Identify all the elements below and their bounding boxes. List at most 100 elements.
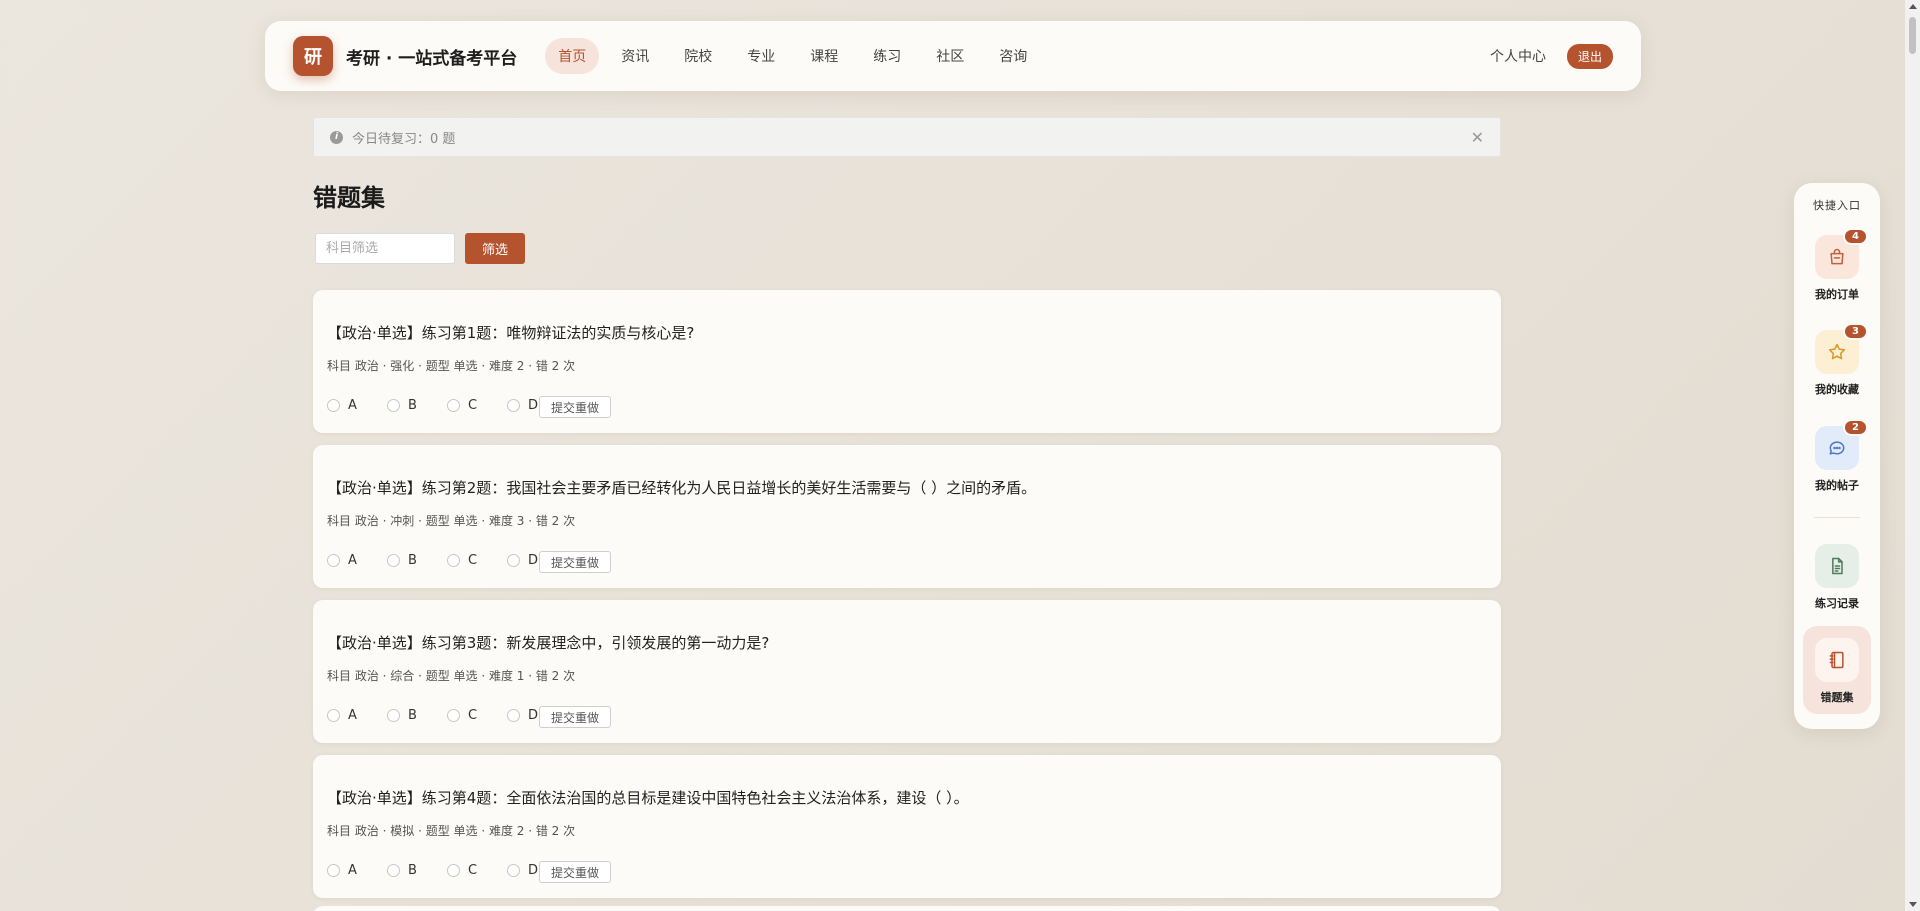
question-card: 【政治·单选】练习第4题：全面依法治国的总目标是建设中国特色社会主义法治体系，建… (313, 755, 1501, 898)
quick-access-panel: 快捷入口 4 我的订单 3 我的收藏 2 我的帖子 练习记录 错题集 (1794, 183, 1880, 729)
logout-button[interactable]: 退出 (1566, 43, 1613, 69)
option-c[interactable]: C (447, 553, 507, 568)
nav-item-schools[interactable]: 院校 (671, 38, 725, 74)
radio-icon[interactable] (447, 398, 460, 412)
question-meta: 科目 政治 · 冲刺 · 题型 单选 · 难度 3 · 错 2 次 (327, 514, 576, 528)
profile-link[interactable]: 个人中心 (1490, 46, 1546, 66)
quick-item-wrong-questions[interactable]: 错题集 (1794, 638, 1880, 705)
quick-icon-wrap: 3 (1815, 323, 1868, 374)
scroll-down-icon[interactable] (1909, 902, 1917, 907)
page-title: 错题集 (313, 184, 385, 212)
option-b[interactable]: B (387, 708, 447, 723)
radio-icon[interactable] (327, 863, 340, 877)
info-icon: i (330, 130, 343, 144)
site-logo[interactable]: 研 (293, 36, 333, 76)
nav-item-practice[interactable]: 练习 (860, 38, 914, 74)
nav-item-community[interactable]: 社区 (923, 38, 977, 74)
quick-item-label: 我的收藏 (1815, 383, 1859, 396)
radio-icon[interactable] (447, 553, 460, 567)
quick-icon-wrap: 4 (1815, 228, 1868, 279)
option-d[interactable]: D (507, 398, 539, 413)
radio-icon[interactable] (507, 398, 520, 412)
scroll-up-icon[interactable] (1909, 4, 1917, 9)
review-alert: i 今日待复习：0 题 ✕ (313, 117, 1501, 157)
nav-item-courses[interactable]: 课程 (797, 38, 851, 74)
radio-icon[interactable] (507, 553, 520, 567)
question-meta: 科目 政治 · 模拟 · 题型 单选 · 难度 2 · 错 2 次 (327, 824, 576, 838)
scroll-thumb[interactable] (1909, 17, 1916, 54)
chat-bubble-icon (1829, 441, 1845, 455)
nav-item-home[interactable]: 首页 (545, 38, 600, 74)
question-card: 【政治·单选】练习第2题：我国社会主要矛盾已经转化为人民日益增长的美好生活需要与… (313, 445, 1501, 588)
option-a[interactable]: A (327, 553, 387, 568)
nav-item-consult[interactable]: 咨询 (986, 38, 1040, 74)
option-b[interactable]: B (387, 398, 447, 413)
question-text: 【政治·单选】练习第1题：唯物辩证法的实质与核心是? (327, 324, 695, 342)
resubmit-button[interactable]: 提交重做 (539, 551, 612, 573)
brand-title: 考研 · 一站式备考平台 (346, 48, 518, 69)
star-icon (1828, 343, 1846, 360)
page-scrollbar[interactable] (1905, 0, 1920, 911)
option-b[interactable]: B (387, 553, 447, 568)
alert-text: 今日待复习：0 题 (352, 131, 456, 147)
document-icon (1832, 557, 1843, 575)
radio-icon[interactable] (387, 863, 400, 877)
option-c[interactable]: C (447, 398, 507, 413)
radio-icon[interactable] (447, 708, 460, 722)
header-actions: 个人中心 退出 (1490, 43, 1613, 69)
quick-item-posts[interactable]: 2 我的帖子 (1794, 419, 1880, 493)
question-card: 【政治·单选】练习第3题：新发展理念中，引领发展的第一动力是? 科目 政治 · … (313, 600, 1501, 743)
option-c[interactable]: C (447, 863, 507, 878)
radio-icon[interactable] (507, 708, 520, 722)
question-options: A B C D 提交重做 (327, 857, 612, 883)
quick-item-orders[interactable]: 4 我的订单 (1794, 228, 1880, 302)
quick-item-practice-records[interactable]: 练习记录 (1794, 544, 1880, 611)
radio-icon[interactable] (387, 553, 400, 567)
option-a[interactable]: A (327, 863, 387, 878)
question-options: A B C D 提交重做 (327, 392, 612, 418)
quick-item-favorites[interactable]: 3 我的收藏 (1794, 323, 1880, 397)
filter-button[interactable]: 筛选 (465, 233, 525, 264)
option-a[interactable]: A (327, 398, 387, 413)
question-meta: 科目 政治 · 强化 · 题型 单选 · 难度 2 · 错 2 次 (327, 359, 576, 373)
option-c[interactable]: C (447, 708, 507, 723)
orders-count-badge: 4 (1843, 228, 1868, 245)
option-a[interactable]: A (327, 708, 387, 723)
question-text: 【政治·单选】练习第3题：新发展理念中，引领发展的第一动力是? (327, 634, 770, 652)
nav-item-majors[interactable]: 专业 (734, 38, 788, 74)
subject-filter-input[interactable] (315, 233, 455, 264)
question-card: 【政治·单选】练习第1题：唯物辩证法的实质与核心是? 科目 政治 · 强化 · … (313, 290, 1501, 433)
resubmit-button[interactable]: 提交重做 (539, 706, 612, 728)
radio-icon[interactable] (387, 708, 400, 722)
quick-item-label: 我的订单 (1815, 288, 1859, 301)
radio-icon[interactable] (327, 553, 340, 567)
quick-item-label: 练习记录 (1815, 597, 1859, 610)
top-header: 研 考研 · 一站式备考平台 首页 资讯 院校 专业 课程 练习 社区 咨询 个… (265, 21, 1641, 91)
quick-access-title: 快捷入口 (1813, 199, 1861, 212)
question-card-partial (313, 906, 1501, 911)
close-icon[interactable]: ✕ (1471, 128, 1484, 147)
nav-item-news[interactable]: 资讯 (608, 38, 662, 74)
option-d[interactable]: D (507, 553, 539, 568)
radio-icon[interactable] (447, 863, 460, 877)
radio-icon[interactable] (387, 398, 400, 412)
question-text: 【政治·单选】练习第2题：我国社会主要矛盾已经转化为人民日益增长的美好生活需要与… (327, 479, 1037, 497)
favorites-count-badge: 3 (1843, 323, 1868, 340)
main-nav: 首页 资讯 院校 专业 课程 练习 社区 咨询 (545, 38, 1049, 74)
resubmit-button[interactable]: 提交重做 (539, 396, 612, 418)
quick-icon-wrap (1815, 638, 1859, 682)
resubmit-button[interactable]: 提交重做 (539, 861, 612, 883)
radio-icon[interactable] (327, 398, 340, 412)
notebook-icon (1829, 651, 1844, 669)
option-d[interactable]: D (507, 708, 539, 723)
question-text: 【政治·单选】练习第4题：全面依法治国的总目标是建设中国特色社会主义法治体系，建… (327, 789, 969, 807)
quick-item-label: 错题集 (1820, 691, 1854, 704)
radio-icon[interactable] (327, 708, 340, 722)
question-meta: 科目 政治 · 综合 · 题型 单选 · 难度 1 · 错 2 次 (327, 669, 576, 683)
question-options: A B C D 提交重做 (327, 702, 612, 728)
option-b[interactable]: B (387, 863, 447, 878)
quick-divider (1814, 517, 1860, 518)
option-d[interactable]: D (507, 863, 539, 878)
radio-icon[interactable] (507, 863, 520, 877)
question-options: A B C D 提交重做 (327, 547, 612, 573)
